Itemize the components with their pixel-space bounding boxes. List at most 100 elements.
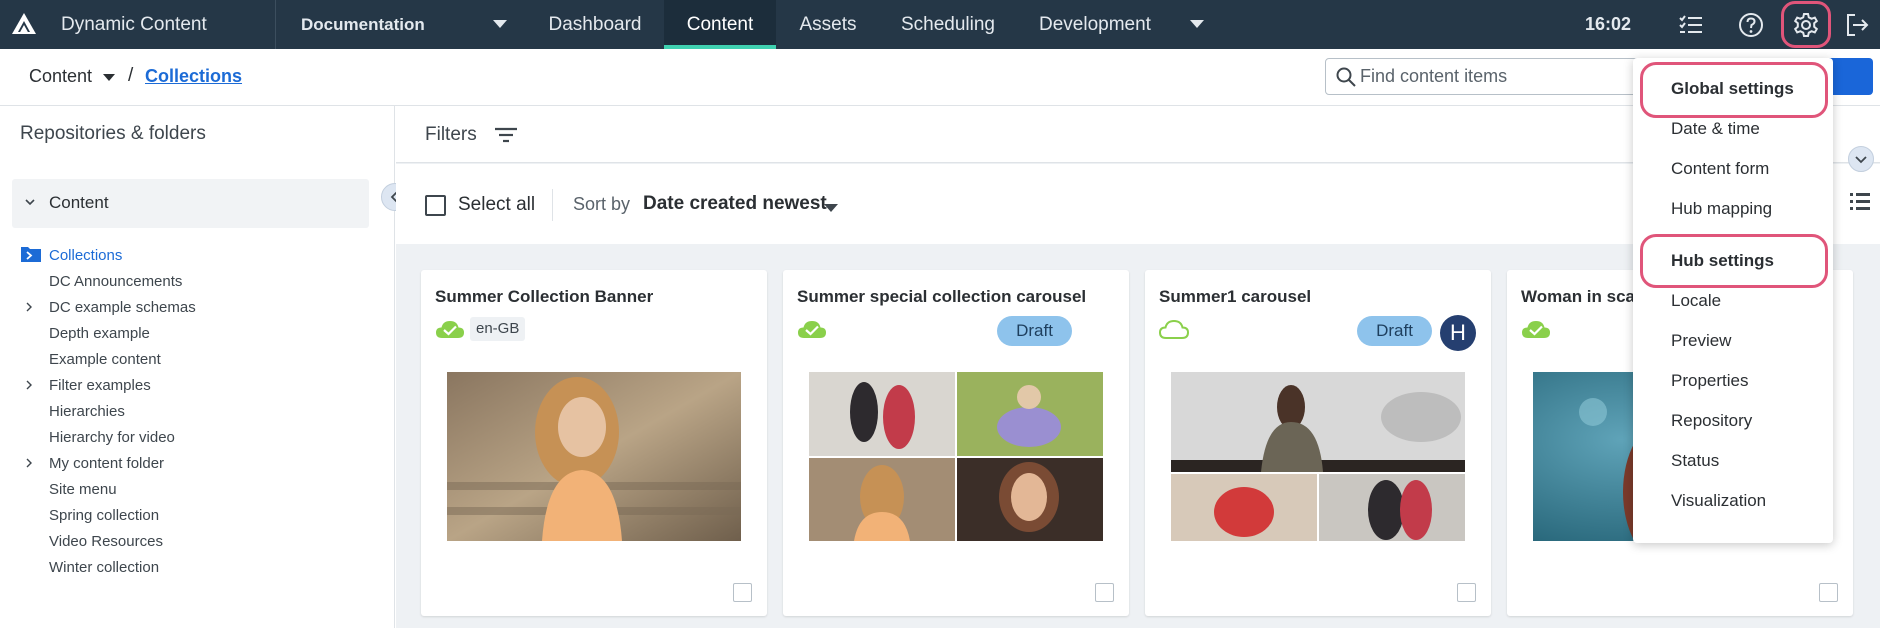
menu-item-status[interactable]: Status [1671, 451, 1719, 471]
expand-button[interactable] [1848, 146, 1874, 172]
breadcrumb-root[interactable]: Content [29, 66, 92, 87]
chevron-down-icon[interactable] [493, 20, 507, 28]
card-title: Summer1 carousel [1159, 287, 1312, 306]
chevron-right-icon[interactable] [24, 458, 34, 468]
menu-item-content-form[interactable]: Content form [1671, 159, 1769, 179]
chevron-down-icon[interactable] [824, 204, 838, 212]
card-checkbox[interactable] [1819, 583, 1838, 602]
menu-item-properties[interactable]: Properties [1671, 371, 1748, 391]
cloud-unpublished-icon [1158, 319, 1190, 339]
sidebar-item-dc-announcements[interactable]: DC Announcements [0, 268, 390, 294]
help-icon[interactable] [1736, 10, 1766, 40]
tab-scheduling[interactable]: Scheduling [880, 0, 1016, 49]
card-checkbox[interactable] [733, 583, 752, 602]
sidebar-item-label: Filter examples [49, 377, 151, 394]
menu-item-repository[interactable]: Repository [1671, 411, 1752, 431]
card-thumbnail[interactable] [809, 372, 1103, 541]
sidebar-item-site-menu[interactable]: Site menu [0, 476, 390, 502]
tab-development[interactable]: Development [1020, 0, 1170, 49]
search-box[interactable] [1325, 58, 1645, 95]
sidebar-item-label: My content folder [49, 455, 165, 472]
sort-label: Sort by [573, 194, 631, 214]
sidebar-item-my-content-folder[interactable]: My content folder [0, 450, 390, 476]
sidebar-item-label: Depth example [49, 325, 150, 342]
amplience-logo-icon[interactable] [10, 10, 38, 38]
sidebar-item-label: Spring collection [49, 507, 160, 524]
sidebar-item-label: DC example schemas [49, 299, 196, 316]
card-title: Summer special collection carousel [797, 287, 1087, 306]
sidebar-item-depth-example[interactable]: Depth example [0, 320, 390, 346]
chevron-right-icon[interactable] [24, 302, 34, 312]
menu-item-locale[interactable]: Locale [1671, 291, 1721, 311]
divider [275, 0, 276, 49]
cloud-published-icon [1522, 321, 1550, 338]
sidebar-item-example-content[interactable]: Example content [0, 346, 390, 372]
sidebar-item-label: DC Announcements [49, 273, 183, 290]
sidebar-item-hierarchies[interactable]: Hierarchies [0, 398, 390, 424]
card-thumbnail[interactable] [447, 372, 741, 541]
card-title: Woman in scarf [1521, 287, 1648, 306]
chevron-right-icon[interactable] [24, 380, 34, 390]
chevron-down-icon[interactable] [103, 74, 115, 81]
sidebar-item-dc-example-schemas[interactable]: DC example schemas [0, 294, 390, 320]
breadcrumb-current[interactable]: Collections [145, 66, 242, 87]
search-input[interactable] [1360, 59, 1640, 94]
folder-open-icon [21, 247, 41, 262]
cloud-published-icon [798, 321, 826, 338]
card-thumbnail[interactable] [1171, 372, 1465, 541]
sidebar-item-label: Example content [49, 351, 161, 368]
filters-label[interactable]: Filters [425, 124, 477, 146]
sidebar-item-label: Video Resources [49, 533, 163, 550]
sidebar-title: Repositories & folders [20, 123, 206, 144]
chevron-down-icon [1855, 156, 1867, 164]
card-checkbox[interactable] [1457, 583, 1476, 602]
status-badge: Draft [1357, 316, 1432, 346]
app-name: Dynamic Content [61, 14, 207, 35]
cloud-published-icon [436, 321, 464, 338]
select-all-checkbox[interactable] [425, 195, 446, 216]
sidebar-item-collections[interactable]: Collections [0, 242, 390, 268]
sidebar-item-hierarchy-for-video[interactable]: Hierarchy for video [0, 424, 390, 450]
sidebar-item-winter-collection[interactable]: Winter collection [0, 554, 390, 580]
top-navigation-bar: Dynamic Content Documentation Dashboard … [0, 0, 1880, 49]
task-list-icon[interactable] [1676, 10, 1706, 40]
breadcrumb-separator: / [128, 65, 134, 86]
settings-menu: Global settings Date & time Content form… [1633, 58, 1833, 543]
filter-icon[interactable] [493, 124, 519, 146]
locale-badge: en-GB [470, 317, 526, 341]
logout-icon[interactable] [1842, 10, 1872, 40]
hub-selector[interactable]: Documentation [301, 0, 425, 49]
sidebar-item-filter-examples[interactable]: Filter examples [0, 372, 390, 398]
menu-item-preview[interactable]: Preview [1671, 331, 1731, 351]
card-checkbox[interactable] [1095, 583, 1114, 602]
avatar[interactable]: H [1440, 315, 1476, 351]
tab-content[interactable]: Content [664, 0, 776, 49]
tab-dashboard[interactable]: Dashboard [530, 0, 660, 49]
status-badge: Draft [997, 316, 1072, 346]
sidebar-item-label: Hierarchies [49, 403, 125, 420]
sidebar-item-spring-collection[interactable]: Spring collection [0, 502, 390, 528]
tree-root-content[interactable]: Content [12, 179, 369, 228]
menu-item-hub-mapping[interactable]: Hub mapping [1671, 199, 1772, 219]
sort-dropdown[interactable]: Date created newest [643, 193, 827, 215]
content-card[interactable]: Summer Collection Banner en-GB [421, 270, 767, 616]
sidebar-item-label: Collections [49, 247, 123, 264]
menu-item-visualization[interactable]: Visualization [1671, 491, 1766, 511]
list-view-icon[interactable] [1849, 190, 1871, 212]
annotation-highlight [1640, 62, 1828, 118]
chevron-down-icon[interactable] [1190, 20, 1204, 28]
annotation-highlight [1781, 1, 1831, 48]
card-title: Summer Collection Banner [435, 287, 654, 306]
sidebar-item-video-resources[interactable]: Video Resources [0, 528, 390, 554]
tab-assets[interactable]: Assets [776, 0, 880, 49]
breadcrumb-bar: Content / Collections nt [0, 49, 1880, 106]
sidebar-item-label: Winter collection [49, 559, 160, 576]
chevron-down-icon[interactable] [24, 196, 36, 208]
menu-item-date-time[interactable]: Date & time [1671, 119, 1760, 139]
content-card[interactable]: Summer1 carousel Draft H [1145, 270, 1491, 616]
search-icon [1336, 67, 1356, 87]
content-card[interactable]: Summer special collection carousel Draft [783, 270, 1129, 616]
tree-root-label: Content [49, 193, 109, 212]
select-all-label[interactable]: Select all [458, 194, 535, 216]
sidebar: Repositories & folders Content Collectio… [0, 106, 395, 628]
